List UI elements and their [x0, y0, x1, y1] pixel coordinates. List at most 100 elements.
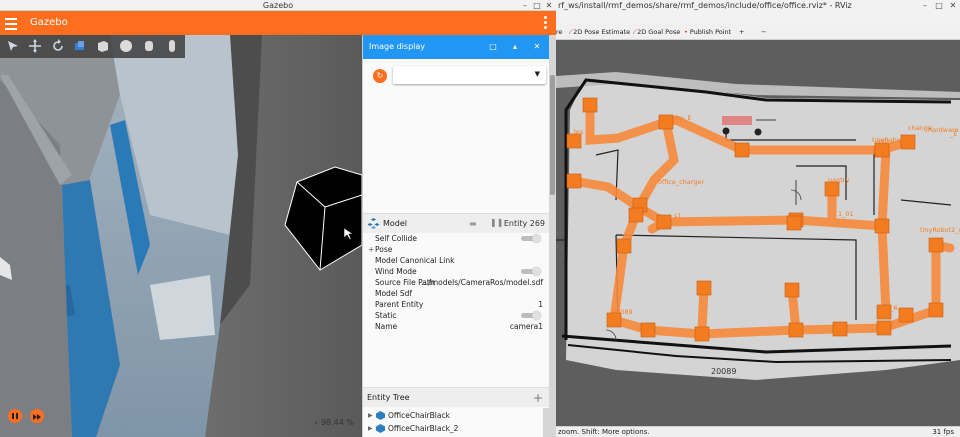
entity-tree-title: Entity Tree	[367, 393, 410, 402]
rviz-window-titlebar[interactable]: rf_ws/install/rmf_demos/share/rmf_demos/…	[556, 0, 960, 24]
image-display-title: Image display	[369, 42, 426, 51]
scene-toolbar	[0, 35, 185, 58]
tool-2d-goal-pose[interactable]: ⁄ 2D Goal Pose	[634, 24, 680, 40]
waypoint-marker[interactable]	[566, 173, 582, 189]
collapse-arrow-icon[interactable]: ‹	[315, 418, 318, 427]
collapse-up-icon[interactable]: ▴	[509, 35, 521, 59]
waypoint-marker[interactable]	[928, 237, 944, 253]
rotate-icon[interactable]	[51, 39, 65, 53]
status-help-text: zoom. Shift: More options.	[558, 428, 650, 436]
step-forward-button[interactable]	[30, 409, 44, 423]
waypoint-marker[interactable]	[656, 214, 672, 230]
self-collide-toggle[interactable]	[521, 234, 541, 243]
waypoint-marker[interactable]	[832, 321, 848, 337]
close-plugin-icon[interactable]: ✕	[531, 35, 543, 59]
model-icon	[376, 411, 385, 420]
close-icon[interactable]: ✕	[946, 0, 960, 11]
undock-icon[interactable]: □	[487, 35, 499, 59]
waypoint-label: s1	[674, 212, 682, 220]
hamburger-menu-icon[interactable]	[5, 15, 17, 31]
image-display-header: Image display □ ▴ ✕	[363, 35, 549, 59]
lock-icon[interactable]: ▬	[469, 219, 477, 228]
waypoint-marker[interactable]	[824, 181, 840, 197]
tool-measure[interactable]: re	[556, 24, 563, 40]
transform-icon[interactable]	[73, 39, 87, 53]
add-entity-icon[interactable]: +	[533, 388, 543, 408]
waypoint-label: 20089	[612, 308, 633, 316]
waypoint-label: les	[574, 128, 584, 136]
name-value: camera1	[509, 322, 543, 331]
entity-tree-item[interactable]: ▶ OfficeChairBlack_2	[363, 422, 543, 435]
tool-publish-point[interactable]: • Publish Point	[684, 24, 731, 40]
waypoint-label: pantry	[828, 176, 849, 184]
more-options-icon[interactable]	[544, 15, 548, 31]
model-icon	[367, 218, 380, 229]
rviz-map-view[interactable]: les ntry_E office_charger s1 pantry 1_01 tinyR…	[556, 40, 960, 426]
maximize-icon[interactable]: □	[932, 0, 946, 11]
fast-forward-icon	[33, 414, 41, 420]
lane-segment	[877, 221, 891, 317]
property-model-sdf: Model Sdf	[375, 289, 413, 298]
waypoint-label: hardware	[928, 126, 959, 134]
waypoint-marker[interactable]	[788, 322, 804, 338]
tool-2d-pose-estimate[interactable]: ⁄ 2D Pose Estimate	[570, 24, 630, 40]
chevron-down-icon: ▼	[534, 70, 540, 78]
gazebo-app-bar: Gazebo	[0, 11, 556, 35]
minimize-icon[interactable]: –	[918, 0, 932, 11]
gazebo-side-panel: Image display □ ▴ ✕ ↻ ▼ Model ▬ ❚❚ Entit…	[362, 35, 549, 437]
chevron-right-icon[interactable]: ▶	[368, 422, 373, 435]
waypoint-marker[interactable]	[898, 307, 914, 323]
capsule-icon[interactable]	[165, 39, 179, 53]
cylinder-icon[interactable]	[142, 39, 156, 53]
waypoint-marker[interactable]	[628, 207, 644, 223]
refresh-topics-button[interactable]: ↻	[373, 69, 387, 83]
parent-entity-value: 1	[538, 300, 543, 309]
property-self-collide: Self Collide	[363, 233, 549, 244]
sphere-icon[interactable]	[119, 39, 133, 53]
waypoint-marker[interactable]	[582, 97, 598, 113]
desktop: Gazebo – □ ✕ Gazebo ‹ 98.44 % Image disp…	[0, 0, 960, 437]
waypoint-marker[interactable]	[784, 282, 800, 298]
waypoint-marker[interactable]	[694, 326, 710, 342]
scene-render	[0, 35, 362, 437]
waypoint-marker[interactable]	[734, 142, 750, 158]
waypoint-label: 1_01	[838, 210, 854, 218]
gazebo-window-titlebar[interactable]: Gazebo – □ ✕	[0, 0, 556, 11]
waypoint-marker[interactable]	[616, 238, 632, 254]
chevron-right-icon[interactable]: ▶	[368, 409, 373, 422]
expand-icon[interactable]: +	[368, 244, 374, 255]
pause-button[interactable]	[8, 409, 22, 423]
select-arrow-icon[interactable]	[6, 39, 20, 53]
waypoint-label: change	[908, 124, 932, 132]
rviz-status-bar: zoom. Shift: More options. 31 fps	[556, 426, 960, 437]
property-wind-mode: Wind Mode	[363, 266, 549, 277]
image-topic-dropdown[interactable]: ▼	[393, 66, 546, 84]
rviz-tools-toolbar: re ⁄ 2D Pose Estimate ⁄ 2D Goal Pose • Publ…	[556, 24, 960, 40]
waypoint-marker[interactable]	[876, 320, 892, 336]
waypoint-marker[interactable]	[874, 218, 890, 234]
pause-updates-icon[interactable]: ❚❚	[490, 218, 503, 227]
waypoint-label: tinyRobot2_charger	[920, 226, 960, 234]
3d-scene-viewport[interactable]: ‹ 98.44 %	[0, 35, 362, 437]
close-icon[interactable]: ✕	[542, 0, 556, 11]
box-icon[interactable]	[96, 39, 110, 53]
waypoint-marker[interactable]	[566, 133, 582, 149]
property-pose[interactable]: + Pose	[363, 244, 549, 255]
remove-tool-button[interactable]: −	[761, 24, 766, 40]
entity-id-label: Entity 269	[503, 219, 545, 228]
waypoint-marker[interactable]	[696, 280, 712, 296]
panel-splitter[interactable]	[549, 35, 556, 437]
static-toggle[interactable]	[521, 311, 541, 320]
waypoint-marker[interactable]	[640, 322, 656, 338]
wind-mode-toggle[interactable]	[521, 267, 541, 276]
entity-tree-item[interactable]: ▶ OfficeChairBlack	[363, 409, 543, 422]
property-canonical-link: Model Canonical Link	[375, 256, 455, 265]
translate-icon[interactable]	[28, 39, 42, 53]
waypoint-marker[interactable]	[928, 302, 944, 318]
waypoint-label: n_6	[886, 304, 898, 312]
add-tool-button[interactable]: +	[739, 24, 744, 40]
property-static: Static	[363, 310, 549, 321]
waypoint-marker[interactable]	[786, 215, 802, 231]
real-time-factor: 98.44 %	[320, 418, 354, 427]
map-dimension-label: 20089	[711, 367, 736, 376]
